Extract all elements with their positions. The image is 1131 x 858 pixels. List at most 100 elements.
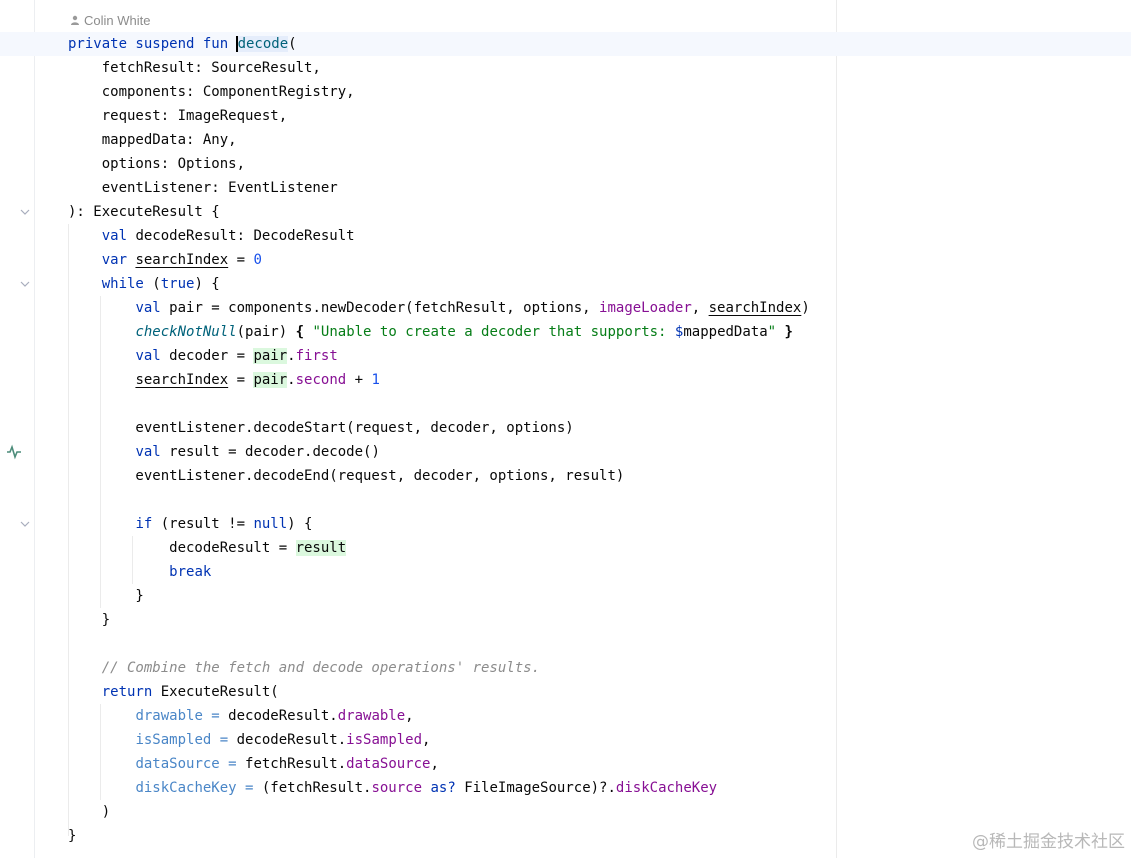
fold-chevron-icon[interactable] <box>20 207 30 217</box>
code-line[interactable]: val result = decoder.decode() <box>0 440 1131 464</box>
code-line[interactable]: decodeResult = result <box>0 536 1131 560</box>
code-line[interactable]: } <box>0 584 1131 608</box>
keyword-token: as? <box>430 780 456 796</box>
code-text: eventListener.decodeEnd(request, decoder… <box>68 468 625 484</box>
property-token: dataSource <box>346 756 431 772</box>
named-arg-token: isSampled = <box>135 732 237 748</box>
code-token: (fetchResult. <box>261 780 372 796</box>
code-line[interactable]: dataSource = fetchResult.dataSource, <box>0 752 1131 776</box>
named-arg-token: dataSource = <box>135 756 246 772</box>
keyword-token: val <box>101 228 128 244</box>
template-var: mappedData <box>683 324 768 340</box>
code-token: decodeResult = <box>68 540 296 556</box>
author-name: Colin White <box>84 12 151 28</box>
code-line[interactable]: diskCacheKey = (fetchResult.source as? F… <box>0 776 1131 800</box>
code-editor[interactable]: private suspend fun decode( fetchResult:… <box>0 32 1131 848</box>
keyword-token: null <box>253 516 288 532</box>
code-token: . <box>287 372 296 388</box>
code-token: FileImageSource)?. <box>455 780 616 796</box>
keyword-token: val <box>135 300 161 316</box>
code-line[interactable]: checkNotNull(pair) { "Unable to create a… <box>0 320 1131 344</box>
keyword-token: true <box>160 276 195 292</box>
code-token: decoder = <box>160 348 254 364</box>
smart-cast-token: result <box>295 540 347 556</box>
code-line[interactable]: return ExecuteResult( <box>0 680 1131 704</box>
code-token: pair = components.newDecoder(fetchResult… <box>160 300 600 316</box>
code-token: = <box>228 372 254 388</box>
property-token: diskCacheKey <box>615 780 718 796</box>
code-token: result = decoder.decode() <box>160 444 380 460</box>
property-token: source <box>371 780 423 796</box>
code-token: ) { <box>194 276 220 292</box>
code-line[interactable]: request: ImageRequest, <box>0 104 1131 128</box>
code-line[interactable]: eventListener.decodeStart(request, decod… <box>0 416 1131 440</box>
code-text: fetchResult: SourceResult, <box>68 60 321 76</box>
code-token: decodeResult: DecodeResult <box>127 228 355 244</box>
code-token: ) { <box>287 516 313 532</box>
code-line[interactable]: drawable = decodeResult.drawable, <box>0 704 1131 728</box>
fold-chevron-icon[interactable] <box>20 279 30 289</box>
code-line[interactable]: components: ComponentRegistry, <box>0 80 1131 104</box>
code-line[interactable]: val pair = components.newDecoder(fetchRe… <box>0 296 1131 320</box>
code-line[interactable]: private suspend fun decode( <box>0 32 1131 56</box>
code-line[interactable]: searchIndex = pair.second + 1 <box>0 368 1131 392</box>
code-line[interactable]: mappedData: Any, <box>0 128 1131 152</box>
code-line[interactable]: options: Options, <box>0 152 1131 176</box>
code-text: } <box>68 588 144 604</box>
author-inlay-hint[interactable]: Colin White <box>70 11 150 29</box>
function-call-token: checkNotNull <box>135 324 237 340</box>
property-token: drawable <box>337 708 406 724</box>
code-line[interactable]: isSampled = decodeResult.isSampled, <box>0 728 1131 752</box>
code-line[interactable]: eventListener.decodeEnd(request, decoder… <box>0 464 1131 488</box>
code-token: ExecuteResult( <box>152 684 279 700</box>
function-name: decode <box>235 36 289 52</box>
code-token: + <box>346 372 372 388</box>
property-token: imageLoader <box>599 300 692 316</box>
fold-chevron-icon[interactable] <box>20 519 30 529</box>
code-line[interactable] <box>0 632 1131 656</box>
watermark: @稀土掘金技术社区 <box>972 832 1125 852</box>
comment-text: // Combine the fetch and decode operatio… <box>68 660 541 676</box>
code-line[interactable]: ): ExecuteResult { <box>0 200 1131 224</box>
code-token: (result != <box>152 516 254 532</box>
code-line[interactable]: var searchIndex = 0 <box>0 248 1131 272</box>
code-token: , <box>691 300 709 316</box>
code-line[interactable]: val decodeResult: DecodeResult <box>0 224 1131 248</box>
code-line[interactable]: } <box>0 824 1131 848</box>
named-arg-token: drawable = <box>135 708 229 724</box>
code-line[interactable]: while (true) { <box>0 272 1131 296</box>
mutable-var-token: searchIndex <box>135 372 229 388</box>
code-line[interactable]: } <box>0 608 1131 632</box>
named-arg-token: diskCacheKey = <box>135 780 262 796</box>
code-token: ) <box>801 300 810 316</box>
number-token: 0 <box>253 252 262 268</box>
code-line[interactable]: // Combine the fetch and decode operatio… <box>0 656 1131 680</box>
code-text: eventListener.decodeStart(request, decod… <box>68 420 574 436</box>
code-line[interactable]: ) <box>0 800 1131 824</box>
code-line[interactable]: fetchResult: SourceResult, <box>0 56 1131 80</box>
code-token: fetchResult. <box>245 756 347 772</box>
code-line[interactable]: val decoder = pair.first <box>0 344 1131 368</box>
code-line[interactable]: if (result != null) { <box>0 512 1131 536</box>
property-token: second <box>295 372 347 388</box>
code-token: . <box>287 348 296 364</box>
code-line[interactable] <box>0 392 1131 416</box>
keyword-token: while <box>101 276 144 292</box>
code-text: components: ComponentRegistry, <box>68 84 355 100</box>
code-line[interactable] <box>0 488 1131 512</box>
code-line[interactable]: break <box>0 560 1131 584</box>
code-line[interactable]: eventListener: EventListener <box>0 176 1131 200</box>
property-token: isSampled <box>346 732 423 748</box>
